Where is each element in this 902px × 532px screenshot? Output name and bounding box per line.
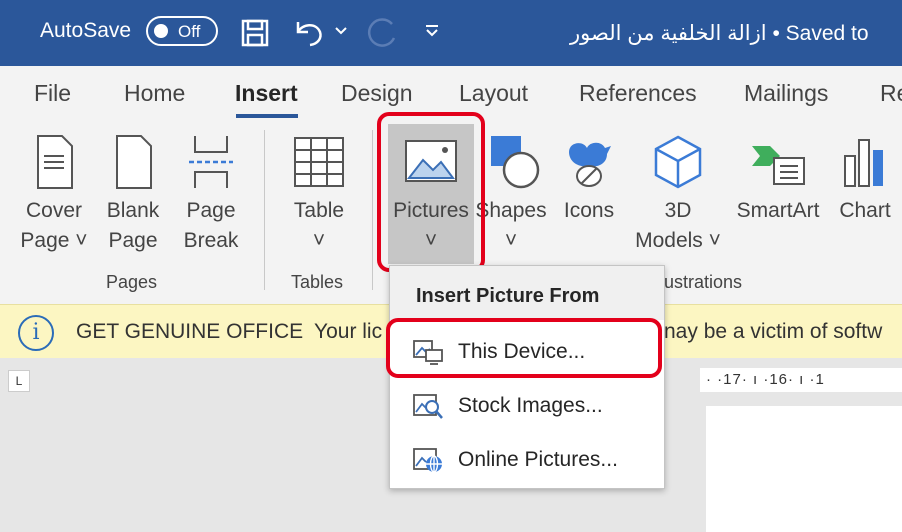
page-break-label-2: Break bbox=[183, 229, 239, 252]
shapes-label: Shapes bbox=[475, 199, 547, 222]
info-icon: i bbox=[18, 315, 54, 351]
group-separator bbox=[264, 130, 265, 290]
3d-models-label-1: 3D bbox=[664, 199, 692, 222]
save-icon[interactable] bbox=[240, 18, 270, 53]
table-icon bbox=[294, 137, 344, 187]
icons-label: Icons bbox=[563, 199, 615, 222]
shapes-dropdown-arrow: ˅ bbox=[504, 229, 518, 252]
smartart-button[interactable]: SmartArt bbox=[732, 134, 824, 226]
pictures-highlight-box bbox=[377, 112, 485, 272]
table-button[interactable]: Table ˅ bbox=[284, 134, 354, 256]
tab-insert[interactable]: Insert bbox=[235, 80, 298, 107]
3d-models-label-2: Models ˅ bbox=[635, 229, 721, 252]
insert-picture-menu: Insert Picture From This Device... Stock… bbox=[386, 265, 665, 489]
page-break-button[interactable]: Page Break bbox=[178, 134, 244, 256]
menu-item-stock-images[interactable]: Stock Images... bbox=[390, 380, 664, 432]
tab-layout[interactable]: Layout bbox=[459, 80, 528, 107]
illustrations-group-label: ustrations bbox=[664, 272, 743, 292]
blank-page-button[interactable]: Blank Page bbox=[100, 134, 166, 256]
undo-icon[interactable] bbox=[292, 18, 326, 53]
tab-mailings[interactable]: Mailings bbox=[744, 80, 828, 107]
document-title: ازالة الخلفية من الصور • Saved to bbox=[570, 22, 869, 45]
cover-page-label-1: Cover bbox=[25, 199, 83, 222]
page-break-icon bbox=[189, 136, 233, 188]
group-separator bbox=[372, 130, 373, 290]
menu-item-online-pictures[interactable]: Online Pictures... bbox=[390, 434, 664, 486]
horizontal-ruler[interactable]: · ·17· ı ·16· ı ·1 bbox=[700, 368, 902, 392]
toggle-knob bbox=[154, 24, 168, 38]
title-bar: AutoSave Off ازالة الخلفية من الصور • Sa… bbox=[0, 0, 902, 66]
cube-icon bbox=[654, 135, 702, 189]
customize-toolbar-icon[interactable] bbox=[424, 24, 440, 43]
menu-item-label: Online Pictures... bbox=[458, 448, 618, 471]
notice-title: GET GENUINE OFFICE bbox=[76, 320, 304, 343]
document-page[interactable] bbox=[706, 406, 902, 532]
blank-page-icon bbox=[116, 135, 152, 189]
page-break-label-1: Page bbox=[186, 199, 236, 222]
this-device-highlight-box bbox=[386, 318, 662, 378]
notice-text-end: nay be a victim of softw bbox=[664, 320, 883, 343]
tab-selector[interactable]: L bbox=[8, 370, 30, 392]
notice-text-start: Your lic bbox=[314, 320, 383, 343]
cover-page-button[interactable]: Cover Page ˅ bbox=[20, 134, 88, 256]
blank-page-label-1: Blank bbox=[106, 199, 160, 222]
chart-icon bbox=[844, 139, 883, 187]
3d-models-button[interactable]: 3D Models ˅ bbox=[628, 134, 728, 256]
chart-button[interactable]: Chart bbox=[834, 134, 896, 226]
table-label: Table bbox=[293, 199, 345, 222]
undo-dropdown-icon[interactable] bbox=[334, 24, 348, 42]
tab-references[interactable]: References bbox=[579, 80, 697, 107]
chart-label: Chart bbox=[839, 199, 891, 222]
toggle-state: Off bbox=[178, 22, 201, 41]
tables-group-label: Tables bbox=[291, 272, 344, 292]
menu-header: Insert Picture From bbox=[390, 266, 664, 320]
autosave-toggle[interactable]: Off bbox=[146, 16, 218, 46]
stock-images-icon bbox=[413, 394, 443, 419]
blank-page-label-2: Page bbox=[108, 229, 158, 252]
tab-file[interactable]: File bbox=[34, 80, 71, 107]
menu-item-label: Stock Images... bbox=[458, 394, 603, 417]
active-tab-underline bbox=[236, 114, 298, 118]
smartart-label: SmartArt bbox=[736, 199, 820, 222]
cover-page-icon bbox=[37, 135, 73, 189]
shapes-button[interactable]: Shapes ˅ bbox=[474, 134, 548, 256]
cover-page-label-2: Page ˅ bbox=[20, 229, 88, 252]
table-dropdown-arrow: ˅ bbox=[312, 229, 326, 252]
tab-review-partial[interactable]: Re bbox=[880, 80, 902, 107]
icons-button[interactable]: Icons bbox=[556, 134, 622, 226]
icons-icon bbox=[569, 142, 611, 187]
shapes-icon bbox=[491, 136, 540, 189]
tab-design[interactable]: Design bbox=[341, 80, 413, 107]
redo-icon[interactable] bbox=[364, 18, 398, 55]
autosave-label: AutoSave bbox=[40, 19, 132, 42]
online-pictures-icon bbox=[413, 448, 442, 473]
pages-group-label: Pages bbox=[106, 272, 158, 292]
smartart-icon bbox=[752, 146, 805, 185]
tab-home[interactable]: Home bbox=[124, 80, 185, 107]
